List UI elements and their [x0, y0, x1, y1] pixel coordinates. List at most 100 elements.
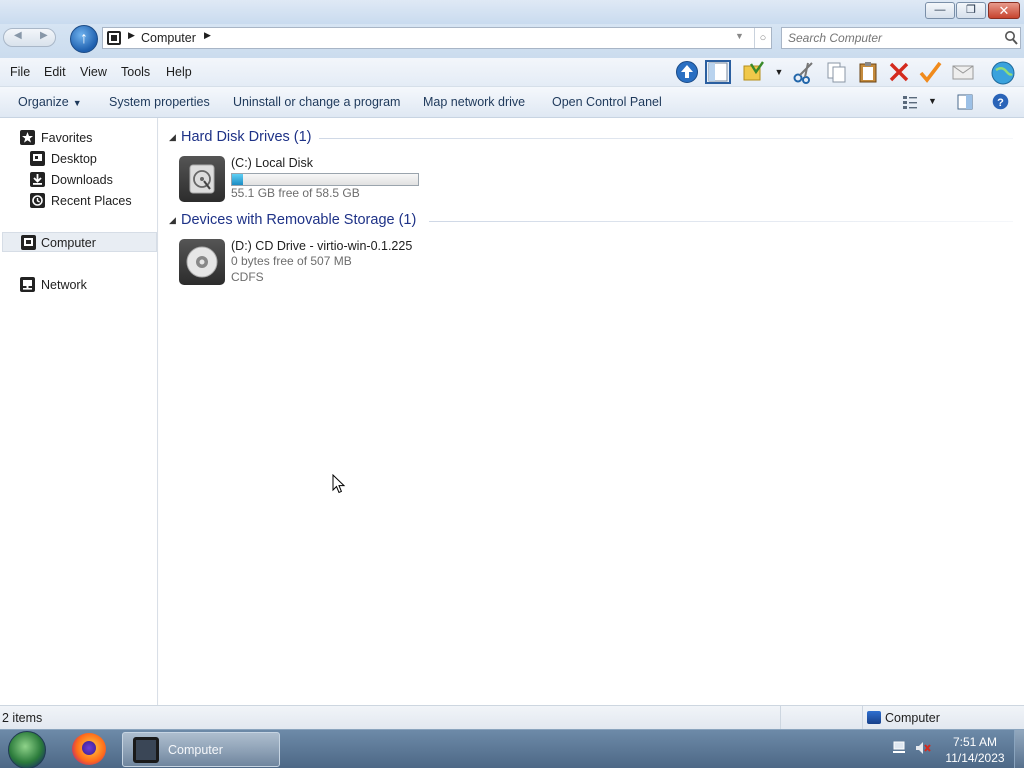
breadcrumb-separator-icon[interactable]: ▶: [128, 30, 135, 41]
item-count: 2 items: [2, 711, 43, 725]
checkmark-icon[interactable]: [917, 60, 943, 84]
sidebar-label-network: Network: [41, 278, 87, 292]
mail-icon[interactable]: [950, 60, 976, 84]
back-forward-buttons[interactable]: ◀ ▶: [3, 28, 56, 47]
capacity-bar: [231, 173, 419, 186]
clock-date: 11/14/2023: [945, 751, 1005, 765]
command-bar: Organize ▼ System properties Uninstall or…: [0, 87, 1024, 118]
cut-icon[interactable]: [791, 60, 817, 84]
svg-text:?: ?: [997, 97, 1004, 109]
search-box[interactable]: [781, 27, 1021, 49]
computer-zone-icon: [867, 711, 881, 724]
menu-file[interactable]: File: [10, 65, 30, 79]
refresh-icon[interactable]: ○: [754, 28, 771, 48]
up-button[interactable]: ↑: [70, 25, 98, 53]
collapse-triangle-icon[interactable]: ◢: [169, 132, 176, 143]
drive-name: (D:) CD Drive - virtio-win-0.1.225: [231, 239, 413, 253]
taskbar-window-computer[interactable]: Computer: [122, 732, 280, 767]
hard-disk-icon: [179, 156, 225, 202]
sidebar-label-downloads: Downloads: [51, 173, 113, 187]
group-title: Devices with Removable Storage (1): [181, 212, 417, 228]
search-icon[interactable]: [1004, 30, 1018, 46]
taskbar-window-label: Computer: [168, 743, 223, 757]
menu-help[interactable]: Help: [166, 65, 192, 79]
forward-icon[interactable]: ▶: [40, 30, 48, 41]
folder-options-icon[interactable]: [741, 60, 767, 84]
organize-button[interactable]: Organize ▼: [18, 95, 82, 109]
dropdown-arrow-icon[interactable]: ▼: [771, 60, 787, 84]
network-status-icon[interactable]: [891, 740, 907, 756]
volume-muted-icon[interactable]: [915, 741, 931, 755]
drive-item-c[interactable]: (C:) Local Disk 55.1 GB free of 58.5 GB: [179, 156, 479, 216]
drive-free-space: 55.1 GB free of 58.5 GB: [231, 186, 360, 200]
navigation-pane: Favorites Desktop Downloads Recent Place…: [0, 118, 158, 705]
address-bar[interactable]: ▶ Computer ▶ ▼ ○: [102, 27, 772, 49]
open-control-panel-button[interactable]: Open Control Panel: [552, 95, 662, 109]
address-dropdown-icon[interactable]: ▼: [735, 31, 744, 41]
breadcrumb-separator-icon[interactable]: ▶: [204, 30, 211, 41]
pane-icon[interactable]: [705, 60, 731, 84]
system-tray: [888, 739, 938, 759]
desktop-icon: [30, 151, 45, 166]
close-icon: ✕: [998, 3, 1010, 18]
sidebar-label-recent-places: Recent Places: [51, 194, 132, 208]
breadcrumb-computer[interactable]: Computer: [141, 31, 196, 45]
close-button[interactable]: ✕: [988, 2, 1020, 19]
sidebar-item-recent-places[interactable]: Recent Places: [30, 191, 150, 211]
menu-bar: File Edit View Tools Help ▼: [0, 58, 1024, 87]
globe-icon[interactable]: [990, 60, 1016, 85]
back-icon[interactable]: ◀: [14, 30, 22, 41]
drive-name: (C:) Local Disk: [231, 156, 313, 170]
sidebar-item-computer[interactable]: Computer: [2, 232, 157, 252]
map-network-drive-button[interactable]: Map network drive: [423, 95, 525, 109]
collapse-triangle-icon[interactable]: ◢: [169, 215, 176, 226]
sidebar-item-desktop[interactable]: Desktop: [30, 149, 150, 169]
show-desktop-button[interactable]: [1014, 730, 1024, 768]
computer-icon: [107, 31, 121, 45]
delete-icon[interactable]: [886, 60, 912, 84]
sidebar-label-favorites: Favorites: [41, 131, 93, 145]
status-divider: [780, 706, 781, 730]
sidebar-item-favorites[interactable]: Favorites: [20, 128, 150, 148]
taskbar: Computer 7:51 AM 11/14/2023: [0, 729, 1024, 768]
help-icon[interactable]: ?: [992, 93, 1009, 110]
minimize-button[interactable]: —: [925, 2, 955, 19]
organize-dropdown-icon: ▼: [72, 98, 82, 108]
uninstall-program-button[interactable]: Uninstall or change a program: [233, 95, 400, 109]
group-hard-disk-drives[interactable]: ◢ Hard Disk Drives (1): [159, 128, 1019, 152]
menu-tools[interactable]: Tools: [121, 65, 150, 79]
address-row: ◀ ▶ ↑ ▶ Computer ▶ ▼ ○: [0, 24, 1024, 58]
sidebar-item-downloads[interactable]: Downloads: [30, 170, 150, 190]
preview-pane-icon[interactable]: [957, 94, 973, 110]
paste-icon[interactable]: [855, 60, 881, 84]
title-bar: — ❐ ✕: [0, 0, 1024, 24]
downloads-icon: [30, 172, 45, 187]
organize-label: Organize: [18, 95, 69, 109]
menu-view[interactable]: View: [80, 65, 107, 79]
group-removable-storage[interactable]: ◢ Devices with Removable Storage (1): [159, 211, 1019, 235]
clock[interactable]: 7:51 AM 11/14/2023: [940, 734, 1010, 766]
mouse-cursor-icon: [332, 474, 346, 494]
view-dropdown-icon: ▼: [928, 96, 937, 106]
cd-drive-icon: [179, 239, 225, 285]
group-divider: [429, 221, 1013, 222]
search-input[interactable]: [788, 30, 998, 46]
status-zone: Computer: [862, 706, 1022, 730]
view-icon: [903, 96, 917, 109]
menu-edit[interactable]: Edit: [44, 65, 66, 79]
group-divider: [319, 138, 1013, 139]
system-properties-button[interactable]: System properties: [109, 95, 210, 109]
drive-item-d[interactable]: (D:) CD Drive - virtio-win-0.1.225 0 byt…: [179, 239, 479, 299]
status-zone-label: Computer: [885, 711, 940, 725]
copy-icon[interactable]: [823, 60, 849, 84]
firefox-icon[interactable]: [72, 733, 106, 765]
content-pane: ◢ Hard Disk Drives (1) (C:) Local Disk 5…: [159, 118, 1024, 705]
sidebar-item-network[interactable]: Network: [20, 275, 150, 295]
clock-time: 7:51 AM: [952, 735, 998, 749]
start-button[interactable]: [8, 731, 46, 768]
change-view-button[interactable]: ▼: [902, 94, 940, 112]
sidebar-label-desktop: Desktop: [51, 152, 97, 166]
up-arrow-icon[interactable]: [674, 60, 700, 84]
minimize-icon: —: [934, 4, 946, 16]
restore-button[interactable]: ❐: [956, 2, 986, 19]
